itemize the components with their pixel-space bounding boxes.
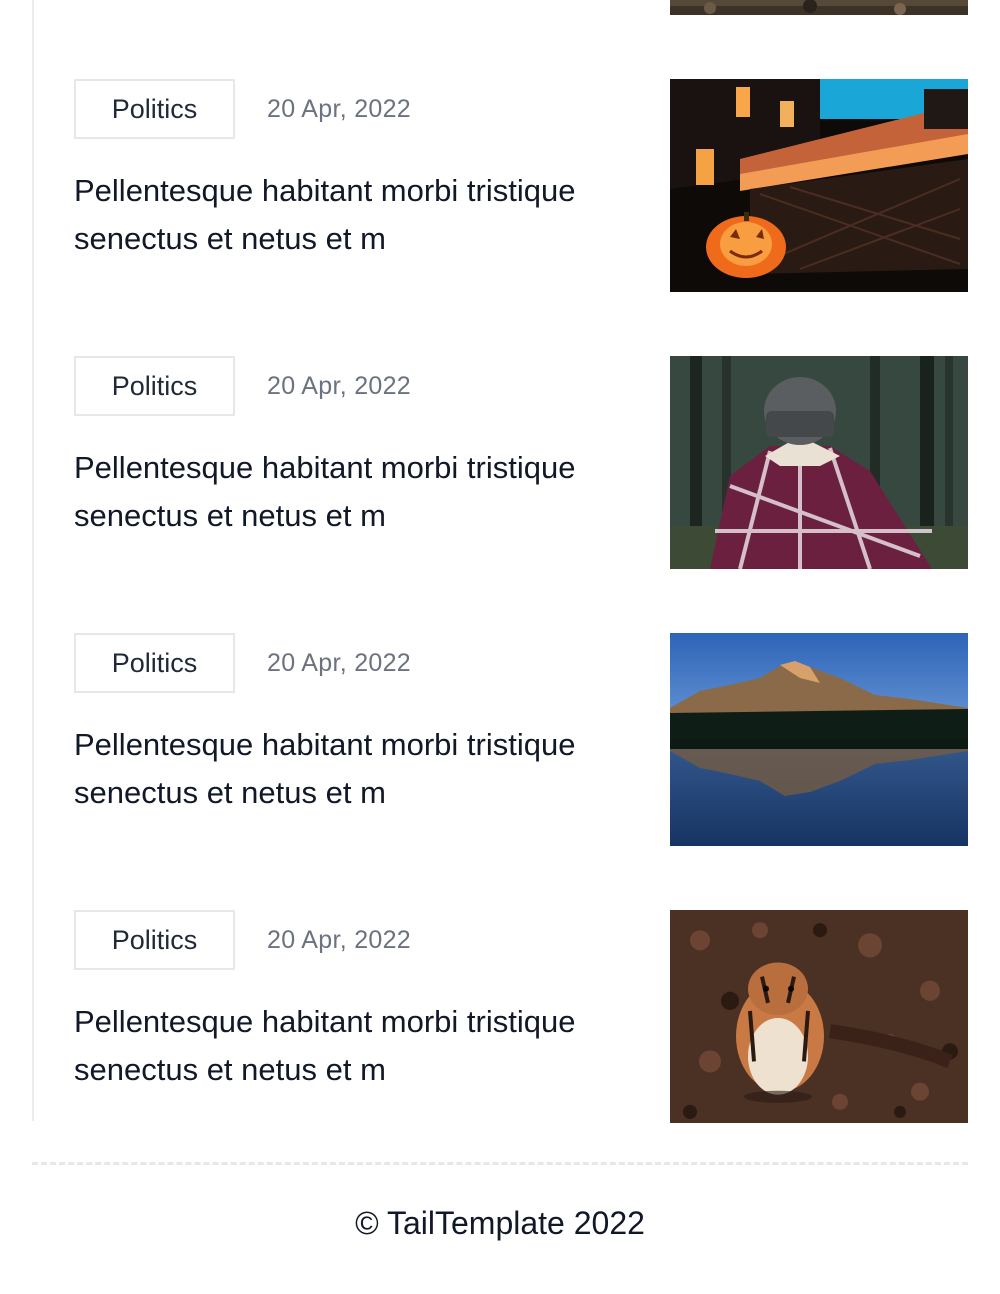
article-title[interactable]: Pellentesque habitant morbi tristique se… bbox=[74, 167, 634, 263]
left-border-line bbox=[32, 0, 34, 1121]
article-date: 20 Apr, 2022 bbox=[267, 648, 412, 677]
article-date: 20 Apr, 2022 bbox=[267, 94, 412, 123]
article-title[interactable]: Pellentesque habitant morbi tristique se… bbox=[74, 444, 634, 540]
article-thumbnail-hiker[interactable] bbox=[670, 356, 968, 569]
footer-divider bbox=[32, 1162, 968, 1165]
article-thumbnail-chipmunk[interactable] bbox=[670, 910, 968, 1123]
article-meta: Politics 20 Apr, 2022 bbox=[74, 633, 411, 693]
category-tag[interactable]: Politics bbox=[74, 633, 235, 693]
article-title[interactable]: Pellentesque habitant morbi tristique se… bbox=[74, 998, 634, 1094]
article-date: 20 Apr, 2022 bbox=[267, 371, 412, 400]
category-tag[interactable]: Politics bbox=[74, 910, 235, 970]
article-card[interactable]: Politics 20 Apr, 2022 Pellentesque habit… bbox=[74, 356, 968, 569]
article-thumbnail-pumpkin[interactable] bbox=[670, 79, 968, 292]
previous-article-thumbnail[interactable] bbox=[670, 0, 968, 15]
article-meta: Politics 20 Apr, 2022 bbox=[74, 910, 411, 970]
category-tag[interactable]: Politics bbox=[74, 79, 235, 139]
category-tag[interactable]: Politics bbox=[74, 356, 235, 416]
article-date: 20 Apr, 2022 bbox=[267, 925, 412, 954]
article-meta: Politics 20 Apr, 2022 bbox=[74, 356, 411, 416]
article-meta: Politics 20 Apr, 2022 bbox=[74, 79, 411, 139]
article-card[interactable]: Politics 20 Apr, 2022 Pellentesque habit… bbox=[74, 79, 968, 292]
article-card[interactable]: Politics 20 Apr, 2022 Pellentesque habit… bbox=[74, 633, 968, 846]
article-title[interactable]: Pellentesque habitant morbi tristique se… bbox=[74, 721, 634, 817]
article-card[interactable]: Politics 20 Apr, 2022 Pellentesque habit… bbox=[74, 910, 968, 1123]
footer-copyright: © TailTemplate 2022 bbox=[355, 1205, 645, 1241]
article-thumbnail-mountain-lake[interactable] bbox=[670, 633, 968, 846]
